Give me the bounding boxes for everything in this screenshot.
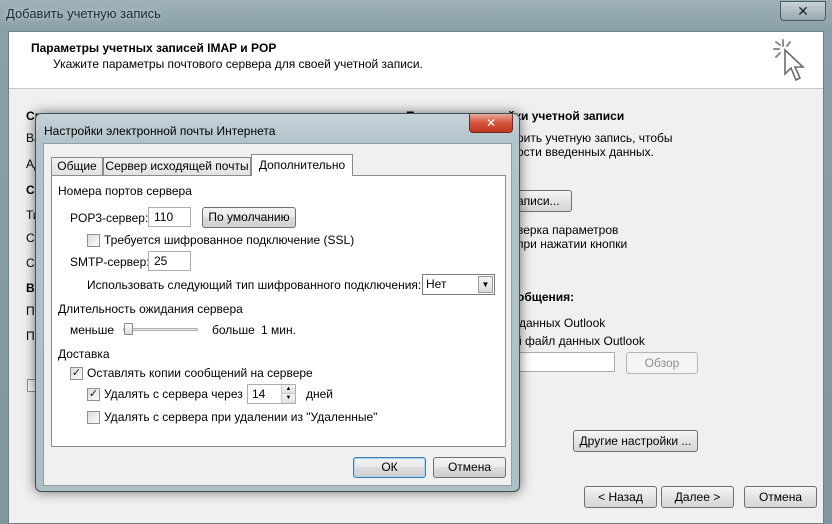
ssl-label: Требуется шифрованное подключение (SSL) [104, 233, 355, 247]
encryption-type-select[interactable]: Нет ▼ [422, 274, 495, 295]
tab-outgoing-server[interactable]: Сервер исходящей почты [103, 157, 251, 176]
cursor-sparkle-icon [773, 39, 806, 82]
tab-general[interactable]: Общие [51, 157, 103, 176]
cancel-button[interactable]: Отмена [744, 486, 817, 508]
wizard-header: Параметры учетных записей IMAP и POP Ука… [9, 32, 823, 89]
next-button[interactable]: Далее > [661, 486, 734, 508]
delivery-group-label: Доставка [58, 347, 114, 361]
header-title: Параметры учетных записей IMAP и POP [31, 41, 277, 55]
data-file-path-input[interactable] [514, 352, 615, 372]
default-ports-button[interactable]: По умолчанию [202, 207, 296, 228]
ports-group-label: Номера портов сервера [58, 184, 196, 198]
close-icon: ✕ [797, 3, 809, 19]
auto-test-line2: при нажатии кнопки [517, 237, 628, 251]
window-close-button[interactable]: ✕ [780, 1, 826, 21]
browse-button[interactable]: Обзор [626, 352, 698, 374]
days-stepper[interactable]: 14 ▲ ▼ [247, 384, 296, 404]
smtp-port-input[interactable]: 25 [148, 251, 191, 271]
existing-data-file-option[interactable]: й файл данных Outlook [515, 334, 645, 348]
keep-copies-label: Оставлять копии сообщений на сервере [87, 366, 313, 380]
check-text-line2: ости введенных данных. [517, 145, 655, 159]
more-settings-button[interactable]: Другие настройки ... [573, 430, 698, 452]
days-label: дней [306, 387, 334, 401]
deliver-heading: общения: [517, 290, 575, 304]
pop3-label: POP3-сервер: [70, 211, 149, 225]
dialog-title: Настройки электронной почты Интернета [44, 124, 276, 138]
dialog-cancel-button[interactable]: Отмена [433, 457, 506, 478]
spin-down-icon[interactable]: ▼ [281, 394, 295, 403]
dialog-client-area: Общие Сервер исходящей почты Дополнитель… [43, 143, 512, 486]
auto-test-line1: верка параметров [517, 223, 619, 237]
spin-up-icon[interactable]: ▲ [281, 385, 295, 394]
advanced-tab-panel: Номера портов сервера POP3-сервер: 110 П… [51, 175, 506, 447]
divider [58, 354, 498, 355]
timeout-value: 1 мин. [261, 323, 296, 337]
timeout-slider[interactable] [123, 328, 198, 331]
timeout-less-label: меньше [70, 323, 115, 337]
encryption-type-label: Использовать следующий тип шифрованного … [87, 278, 422, 292]
chevron-down-icon: ▼ [478, 276, 493, 293]
encryption-type-value: Нет [426, 277, 447, 291]
close-icon: ✕ [485, 116, 497, 130]
window-title: Добавить учетную запись [6, 6, 161, 21]
timeout-more-label: больше [212, 323, 255, 337]
back-button[interactable]: < Назад [584, 486, 657, 508]
ssl-checkbox[interactable] [87, 234, 100, 247]
internet-email-settings-dialog: Настройки электронной почты Интернета ✕ … [35, 113, 520, 492]
timeout-slider-thumb[interactable] [124, 323, 133, 335]
remove-deleted-checkbox[interactable] [87, 411, 100, 424]
header-subtitle: Укажите параметры почтового сервера для … [53, 57, 423, 71]
pop3-port-input[interactable]: 110 [148, 207, 191, 227]
keep-copies-checkbox[interactable]: ✓ [70, 367, 83, 380]
ok-button[interactable]: ОК [353, 457, 426, 478]
check-text-line1: рить учетную запись, чтобы [517, 131, 673, 145]
timeout-group-label: Длительность ожидания сервера [58, 302, 247, 316]
remove-deleted-label: Удалять с сервера при удалении из "Удале… [104, 410, 378, 424]
smtp-label: SMTP-сервер: [70, 255, 150, 269]
days-value: 14 [252, 387, 266, 401]
remove-after-label: Удалять с сервера через [104, 387, 243, 401]
remove-after-checkbox[interactable]: ✓ [87, 388, 100, 401]
dialog-close-button[interactable]: ✕ [469, 114, 513, 133]
tab-advanced[interactable]: Дополнительно [251, 154, 353, 176]
new-data-file-option[interactable]: данных Outlook [519, 316, 605, 330]
